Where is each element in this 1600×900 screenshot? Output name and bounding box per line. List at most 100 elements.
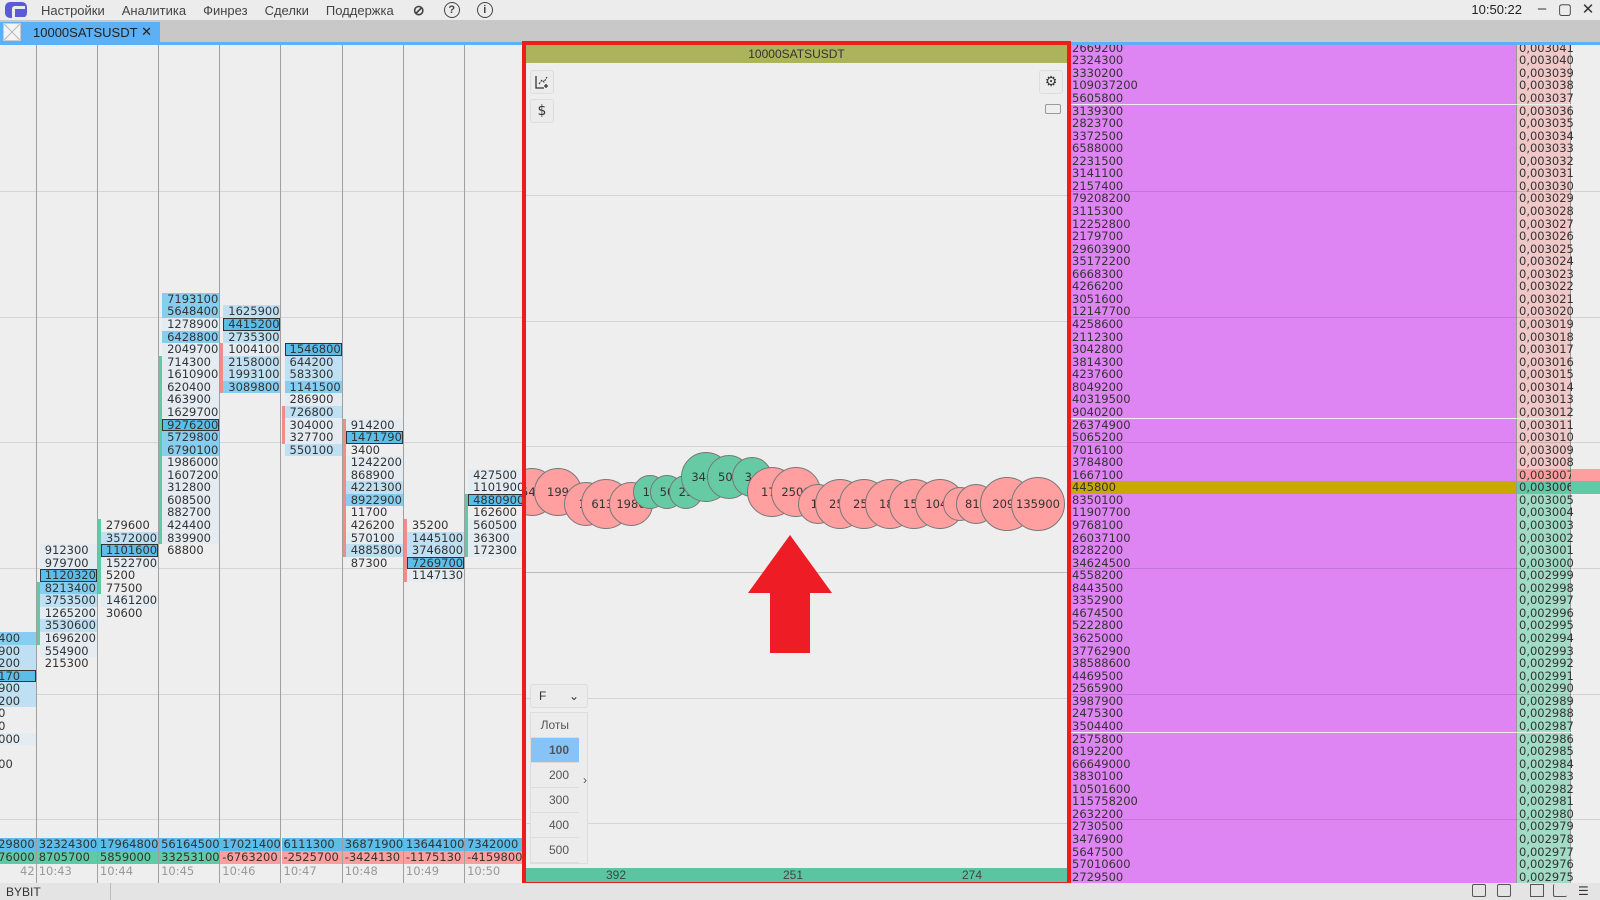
cluster-cell: 1278900 [162, 318, 220, 331]
ladder-row[interactable]: 445800 0,003006 [1071, 481, 1600, 494]
cluster-column[interactable]: 1546800 644200 583300 1141500 286900 726800 30… [281, 45, 343, 883]
list-icon[interactable]: ☰ [1578, 884, 1592, 898]
tab-close-icon[interactable]: ✕ [141, 24, 152, 40]
ladder-row[interactable]: 35172200 0,003024 [1071, 255, 1600, 268]
menu-finrez[interactable]: Финрез [203, 3, 247, 18]
keyboard-icon[interactable] [1045, 104, 1061, 114]
ladder-row[interactable]: 2823700 0,003035 [1071, 117, 1600, 130]
cluster-delta: -4159800 [465, 851, 522, 864]
screen-add-icon[interactable] [1472, 884, 1486, 897]
add-chart-button[interactable] [530, 70, 554, 94]
ladder-row[interactable]: 4266200 0,003022 [1071, 280, 1600, 293]
cluster-column[interactable]: 1625900 4415200 2735300 1004100 2158000 19931… [220, 45, 282, 883]
grid-line [526, 823, 1067, 825]
ladder-volume: 3830100 [1071, 770, 1516, 783]
ladder-price: 0,003033 [1516, 142, 1574, 155]
ladder-volume: 38588600 [1071, 657, 1516, 670]
menu-trades[interactable]: Сделки [265, 3, 309, 18]
lot-option-500[interactable]: 500 [531, 838, 579, 863]
ladder-row[interactable]: 2729500 0,002975 [1071, 871, 1600, 883]
cluster-column[interactable]: 914200 14717900 3400 1242200 868900 4221300 89… [342, 45, 404, 883]
cluster-column[interactable]: 912300 979700 11203200 8213400 3753500 126520… [36, 45, 98, 883]
currency-button[interactable]: $ [530, 99, 554, 123]
ladder-price: 0,003035 [1516, 117, 1574, 130]
ladder-row[interactable]: 3476900 0,002978 [1071, 833, 1600, 846]
grid-line [526, 697, 1067, 699]
cluster-cell: 11203200 [39, 569, 97, 582]
ladder-volume: 3814300 [1071, 356, 1516, 369]
footer-value: 392 [606, 868, 627, 882]
ladder-price: 0,002978 [1516, 833, 1574, 846]
ladder-row[interactable]: 3504400 0,002987 [1071, 720, 1600, 733]
ladder-row[interactable]: 3830100 0,002983 [1071, 770, 1600, 783]
ladder-price: 0,002985 [1516, 745, 1574, 758]
close-window-button[interactable]: ✕ [1578, 0, 1598, 18]
grid-line [1071, 191, 1600, 193]
cluster-delta: -3424130 [342, 851, 403, 864]
ladder-row[interactable]: 6588000 0,003033 [1071, 142, 1600, 155]
lot-option-400[interactable]: 400 [531, 813, 579, 838]
chart-add-icon [535, 76, 548, 89]
cluster-column[interactable]: 279600 3572000 1101600 1522700 5200 77500 1461… [97, 45, 160, 883]
minimize-button[interactable]: – [1532, 0, 1552, 17]
exchange-label: BYBIT [6, 885, 41, 899]
ladder-volume: 115758200 [1071, 795, 1516, 808]
menu-settings[interactable]: Настройки [41, 3, 105, 18]
ladder-row[interactable]: 4237600 0,003015 [1071, 368, 1600, 381]
price-ladder[interactable]: 2669200 0,003041 2324300 0,003040 3330200 0,0… [1071, 45, 1600, 883]
ladder-row[interactable]: 3115300 0,003028 [1071, 205, 1600, 218]
lot-option-200[interactable]: 200 [531, 763, 579, 788]
ladder-price: 0,003006 [1516, 481, 1574, 494]
ladder-row[interactable]: 3784800 0,003008 [1071, 456, 1600, 469]
ladder-row[interactable]: 9040200 0,003012 [1071, 406, 1600, 419]
trade-bubble[interactable]: 135900 [1011, 477, 1065, 532]
settings-button[interactable]: ⚙ [1039, 70, 1063, 94]
cluster-column[interactable]: 7193100 5648400 1278900 6428800 2049700 71430… [159, 45, 221, 883]
ladder-row[interactable]: 2324300 0,003040 [1071, 54, 1600, 67]
instrument-icon [3, 23, 21, 41]
ladder-row[interactable]: 9768100 0,003003 [1071, 519, 1600, 532]
help-icon[interactable]: ? [443, 2, 460, 18]
filter-dropdown[interactable]: F ⌄ [530, 684, 588, 708]
ladder-row[interactable]: 2179700 0,003026 [1071, 230, 1600, 243]
ladder-volume: 5222800 [1071, 619, 1516, 632]
chart-icon[interactable] [1553, 884, 1567, 897]
ladder-volume: 12252800 [1071, 217, 1516, 231]
cluster-column[interactable]: 35200 1445100 3746800 7269700 1147130 1364410… [403, 45, 466, 883]
lot-option-300[interactable]: 300 [531, 788, 579, 813]
ladder-volume: 2669200 [1071, 45, 1516, 55]
cluster-column[interactable]: 427500 1101900 4880900 162600 560500 36300 172… [465, 45, 522, 883]
ladder-row[interactable]: 3141100 0,003031 [1071, 167, 1600, 180]
ladder-row[interactable]: 8192200 0,002985 [1071, 745, 1600, 758]
ladder-row[interactable]: 115758200 0,002981 [1071, 795, 1600, 808]
tab-10000satsusdt[interactable]: 10000SATSUSDT ✕ [0, 22, 160, 42]
lot-option-100[interactable]: 100 [531, 738, 579, 763]
ladder-row[interactable]: 4558200 0,002999 [1071, 569, 1600, 582]
info-icon[interactable]: i [476, 2, 493, 18]
grid-line [526, 446, 1067, 448]
ladder-volume: 4469500 [1071, 670, 1516, 683]
chevron-right-icon[interactable]: › [583, 773, 587, 787]
ladder-row[interactable]: 3042800 0,003017 [1071, 343, 1600, 356]
ladder-row[interactable]: 8282200 0,003001 [1071, 544, 1600, 557]
bubble-trades-panel[interactable]: 10000SATSUSDT $ ⚙ 5481991961361980155023… [522, 41, 1071, 886]
cluster-chart[interactable]: 5740021900582000817051900572009007008300… [0, 45, 522, 883]
ladder-row[interactable]: 4258600 0,003019 [1071, 318, 1600, 331]
menu-analytics[interactable]: Аналитика [122, 3, 186, 18]
cluster-time: 42 [20, 864, 35, 878]
ladder-row[interactable]: 38588600 0,002992 [1071, 657, 1600, 670]
ladder-price: 0,003022 [1516, 280, 1574, 293]
ladder-volume: 3987900 [1071, 695, 1516, 708]
ladder-row[interactable]: 5605800 0,003037 [1071, 92, 1600, 105]
layout-add-icon[interactable] [1530, 884, 1544, 897]
ladder-row[interactable]: 3352900 0,002997 [1071, 594, 1600, 607]
window-icon[interactable] [1497, 884, 1511, 897]
maximize-button[interactable]: ▢ [1555, 0, 1575, 18]
ladder-row[interactable]: 57010600 0,002976 [1071, 858, 1600, 871]
menu-support[interactable]: Поддержка [326, 3, 394, 18]
ladder-price: 0,002976 [1516, 858, 1574, 871]
ladder-row[interactable]: 3625000 0,002994 [1071, 632, 1600, 645]
cluster-column[interactable]: 5740021900582000817051900572009007008300… [0, 45, 37, 883]
pin-off-icon[interactable]: ⊘ [411, 2, 427, 18]
cluster-time: 10:43 [38, 864, 72, 878]
